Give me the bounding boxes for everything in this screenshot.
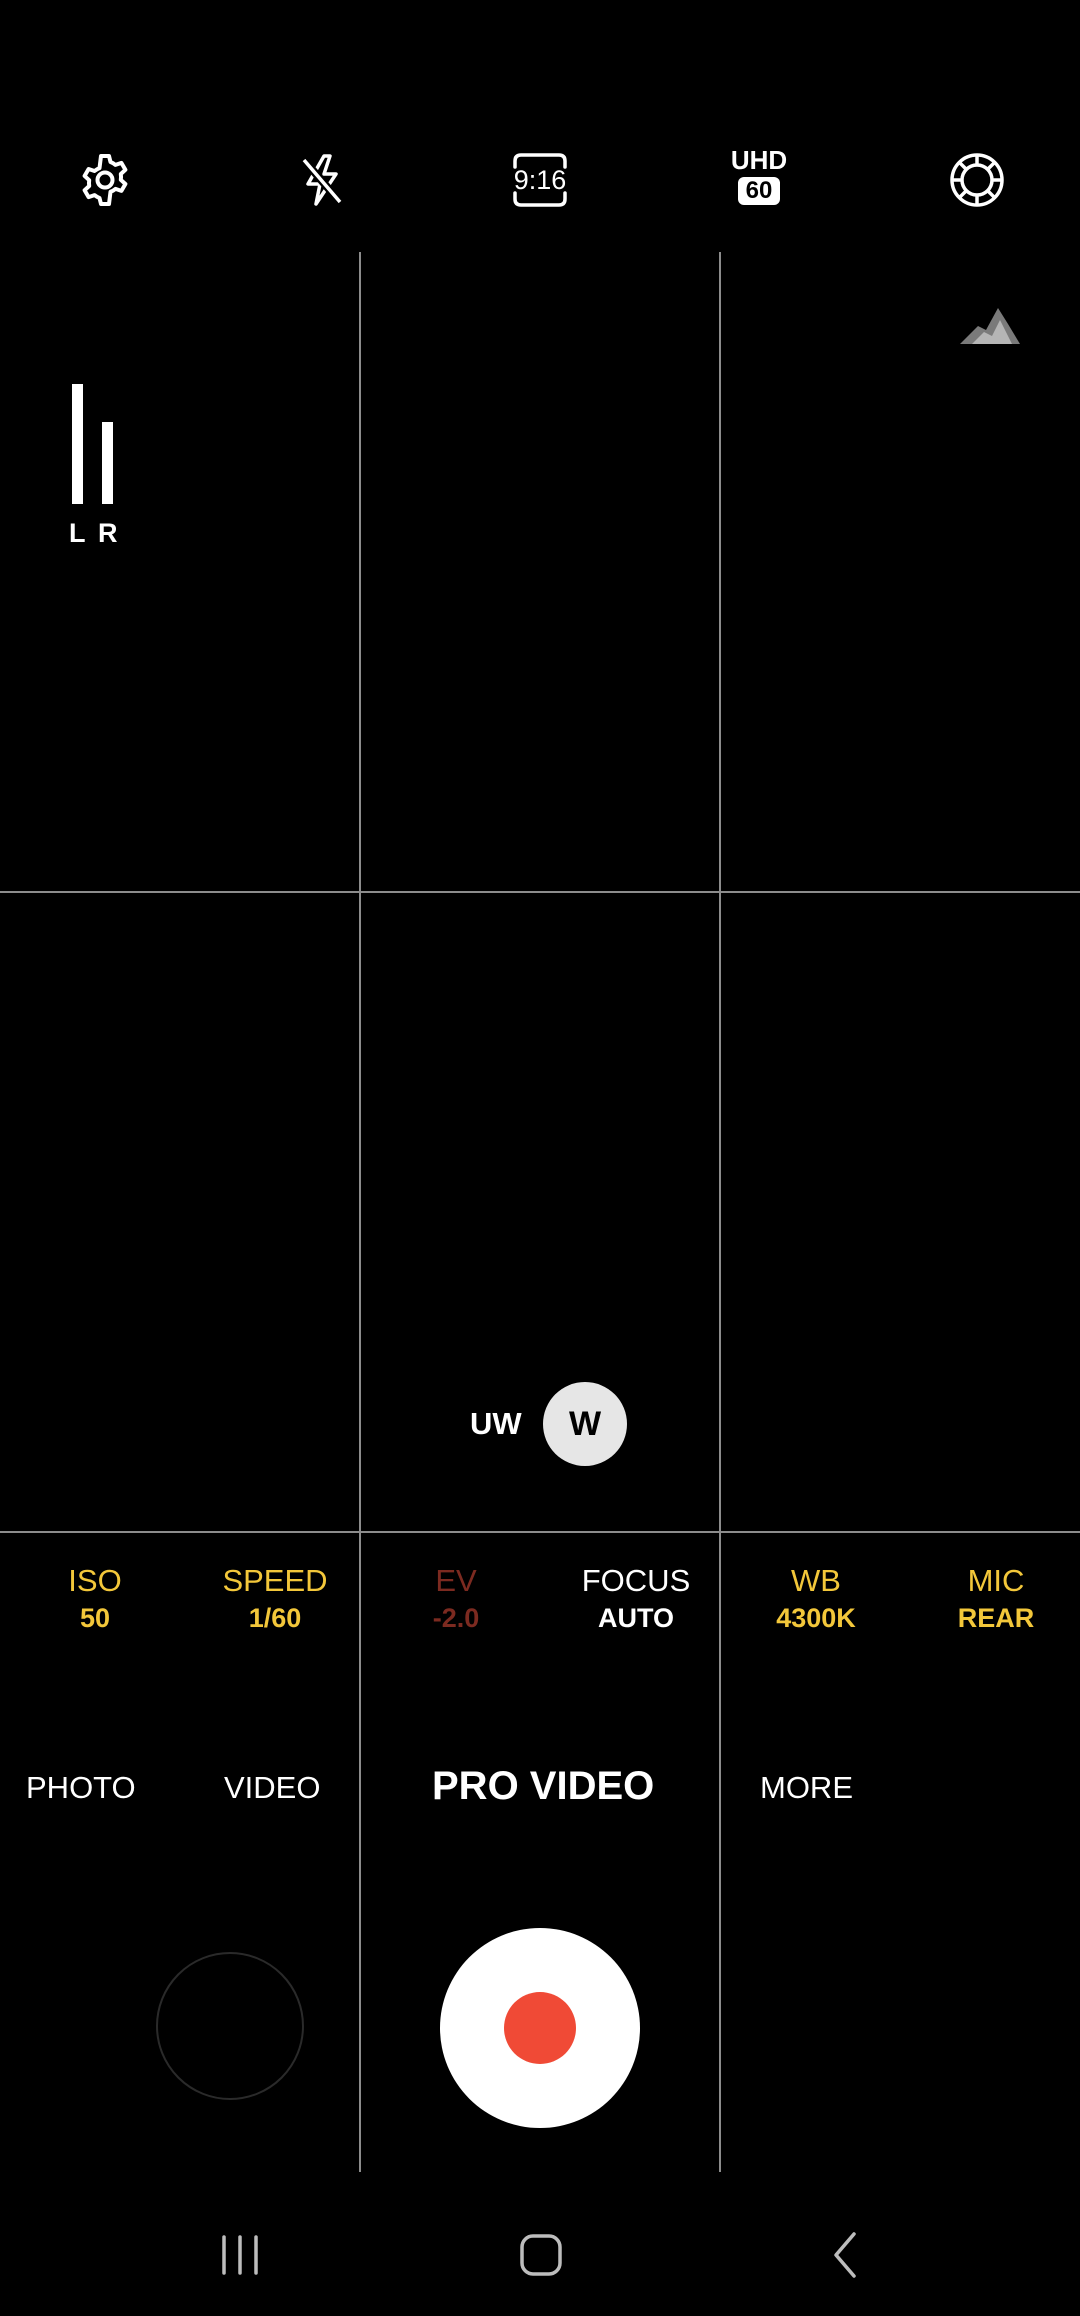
lens-ring-icon (950, 153, 1004, 207)
audio-bar-left (72, 384, 83, 504)
record-dot (504, 1992, 576, 2064)
flash-off-icon (300, 154, 344, 206)
aspect-ratio-label: 9:16 (513, 164, 567, 195)
setting-iso-value: 50 (79, 1603, 111, 1633)
grid-line-horizontal-top (0, 891, 1080, 893)
resolution-label: UHD (730, 145, 788, 175)
setting-mic[interactable]: MIC REAR (911, 1562, 1080, 1636)
mode-video[interactable]: VIDEO (224, 1770, 320, 1806)
setting-iso[interactable]: ISO 50 (10, 1562, 180, 1636)
grid-line-vertical-left (359, 252, 361, 2172)
zoom-option-w[interactable]: W (543, 1382, 627, 1466)
setting-wb-value: 4300K (776, 1603, 856, 1633)
setting-focus-name: FOCUS (581, 1563, 691, 1598)
histogram-button[interactable] (958, 300, 1022, 346)
fps-label: 60 (737, 177, 781, 205)
grid-line-vertical-right (719, 252, 721, 2172)
recent-apps-button[interactable] (200, 2220, 280, 2290)
aspect-ratio-button[interactable]: 9:16 (505, 145, 575, 215)
zoom-option-uw[interactable]: UW (470, 1406, 522, 1442)
home-icon (520, 2234, 562, 2276)
mode-pro-video[interactable]: PRO VIDEO (432, 1764, 654, 1809)
grid-line-horizontal-bottom (0, 1531, 1080, 1533)
back-icon (834, 2232, 856, 2278)
zoom-option-w-label: W (568, 1404, 602, 1443)
audio-bar-right (102, 422, 113, 504)
mode-photo[interactable]: PHOTO (26, 1770, 136, 1806)
setting-wb-name: WB (791, 1563, 841, 1598)
histogram-icon (960, 308, 1020, 344)
setting-ev[interactable]: EV -2.0 (371, 1562, 541, 1636)
flash-button[interactable] (287, 145, 357, 215)
back-button[interactable] (806, 2220, 886, 2290)
settings-button[interactable] (70, 145, 140, 215)
setting-focus[interactable]: FOCUS AUTO (551, 1562, 721, 1636)
resolution-button[interactable]: UHD 60 (722, 145, 796, 215)
setting-mic-name: MIC (967, 1563, 1025, 1598)
record-button[interactable] (440, 1928, 640, 2128)
mode-more[interactable]: MORE (760, 1770, 853, 1806)
setting-speed[interactable]: SPEED 1/60 (190, 1562, 360, 1636)
setting-speed-name: SPEED (222, 1563, 328, 1598)
gear-icon (82, 154, 128, 206)
setting-focus-value: AUTO (597, 1603, 674, 1633)
recent-apps-icon (222, 2235, 258, 2275)
home-button[interactable] (501, 2220, 581, 2290)
setting-mic-value: REAR (957, 1603, 1035, 1633)
audio-right-label: R (98, 518, 118, 548)
audio-left-label: L (69, 518, 86, 548)
setting-ev-value: -2.0 (432, 1603, 480, 1633)
setting-iso-name: ISO (68, 1563, 122, 1598)
setting-speed-value: 1/60 (248, 1603, 302, 1633)
lens-settings-button[interactable] (942, 145, 1012, 215)
setting-ev-name: EV (435, 1563, 477, 1598)
gallery-thumbnail[interactable] (156, 1952, 304, 2100)
setting-wb[interactable]: WB 4300K (731, 1562, 901, 1636)
